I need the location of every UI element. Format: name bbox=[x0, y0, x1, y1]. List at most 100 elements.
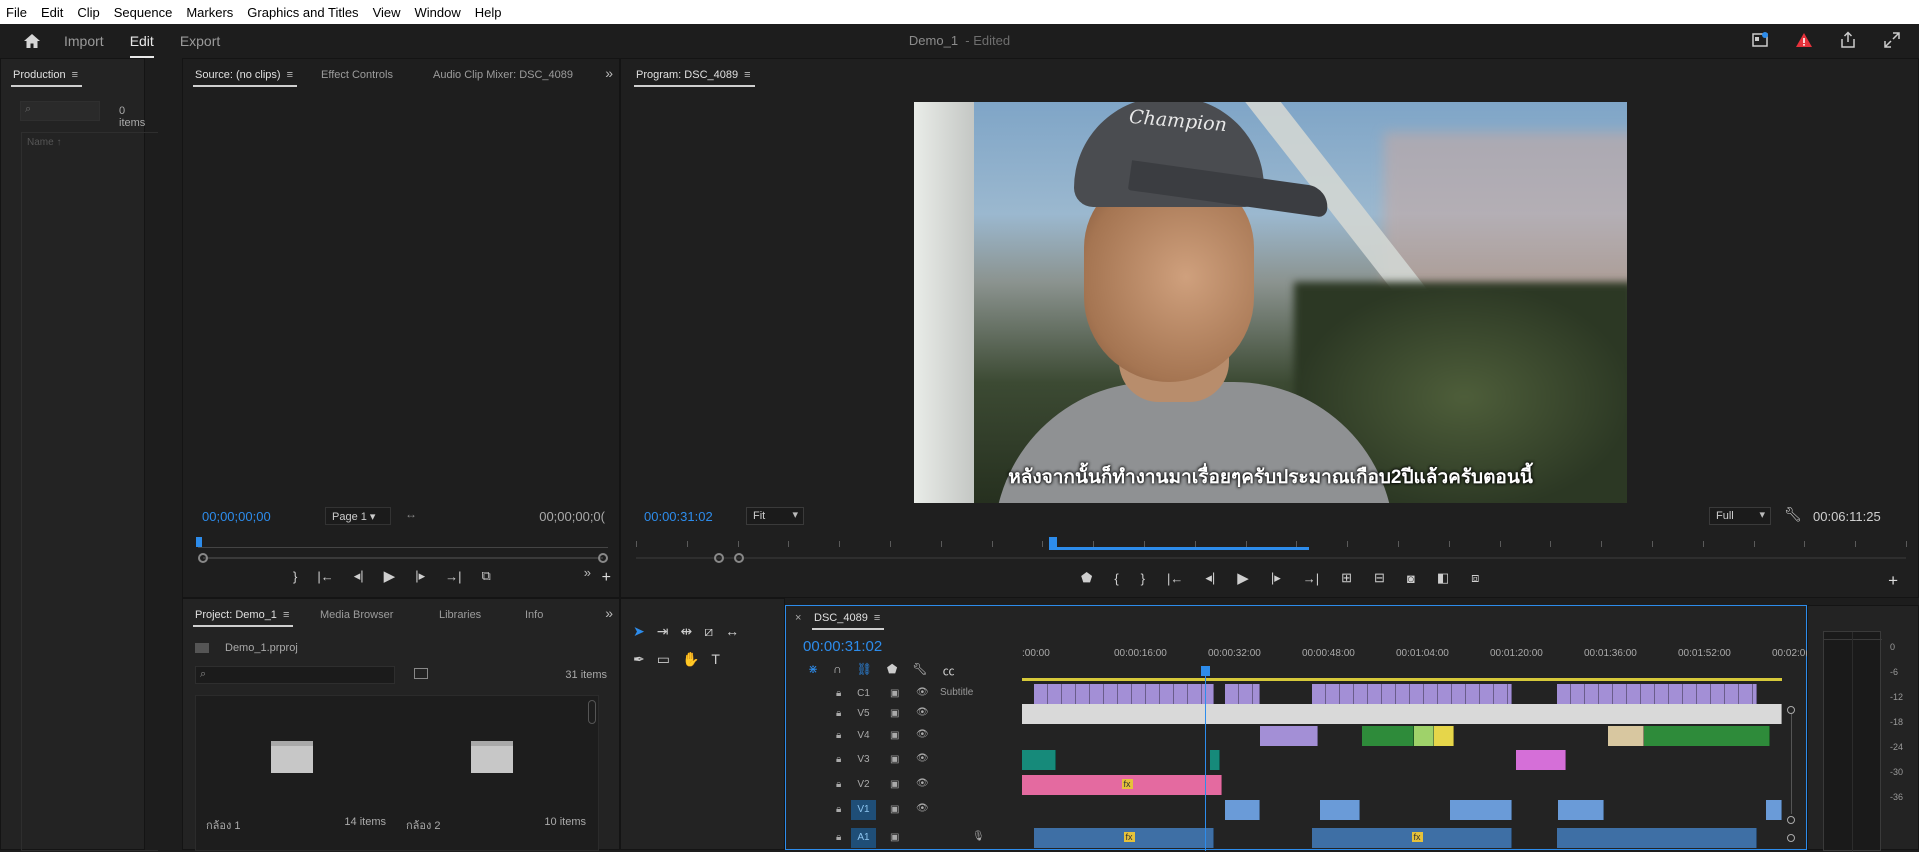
add-button-icon[interactable]: + bbox=[602, 569, 611, 587]
bin-item[interactable]: กล้อง 2 10 items bbox=[396, 696, 596, 852]
subtitle-clip[interactable] bbox=[1076, 684, 1090, 704]
subtitle-clip[interactable] bbox=[1396, 684, 1410, 704]
lift-icon[interactable]: ⊞ bbox=[1341, 570, 1352, 586]
selection-tool-icon[interactable]: ➤ bbox=[633, 623, 645, 640]
track-id[interactable]: V4 bbox=[851, 726, 876, 746]
expand-panels-icon[interactable]: » bbox=[605, 605, 613, 621]
comparison-view-icon[interactable]: ◧ bbox=[1437, 570, 1449, 586]
subtitle-clip[interactable] bbox=[1104, 684, 1118, 704]
expand-panels-icon[interactable]: » bbox=[605, 65, 613, 81]
lock-icon[interactable]: 🔒︎ bbox=[836, 804, 841, 815]
v1-clip[interactable] bbox=[1450, 800, 1512, 820]
workspace-tab-export[interactable]: Export bbox=[180, 24, 220, 58]
home-icon[interactable] bbox=[0, 24, 64, 58]
v3-clip[interactable] bbox=[1210, 750, 1220, 770]
workspace-tab-edit[interactable]: Edit bbox=[129, 24, 154, 58]
track-id[interactable]: C1 bbox=[851, 684, 876, 704]
v1-clip[interactable] bbox=[1320, 800, 1360, 820]
subtitle-clip[interactable] bbox=[1146, 684, 1160, 704]
menu-window[interactable]: Window bbox=[415, 5, 461, 20]
subtitle-clip[interactable] bbox=[1494, 684, 1508, 704]
subtitle-clip[interactable] bbox=[1312, 684, 1326, 704]
scrollbar[interactable] bbox=[588, 700, 596, 724]
subtitle-clip[interactable] bbox=[1090, 684, 1104, 704]
menu-help[interactable]: Help bbox=[475, 5, 502, 20]
new-search-bin-icon[interactable] bbox=[414, 668, 428, 679]
subtitle-clip[interactable] bbox=[1174, 684, 1188, 704]
timeline-playhead-handle[interactable] bbox=[1201, 666, 1210, 676]
subtitle-clip[interactable] bbox=[1382, 684, 1396, 704]
subtitle-clip[interactable] bbox=[1424, 684, 1438, 704]
subtitle-clip[interactable] bbox=[1225, 684, 1239, 704]
subtitle-clip[interactable] bbox=[1466, 684, 1480, 704]
camera-icon[interactable]: ◙ bbox=[1407, 571, 1415, 586]
subtitle-clip[interactable] bbox=[1585, 684, 1599, 704]
subtitle-clip[interactable] bbox=[1118, 684, 1132, 704]
source-scrubber[interactable] bbox=[196, 537, 608, 551]
production-search-input[interactable]: ⌕ bbox=[20, 101, 100, 121]
step-forward-icon[interactable]: |▸ bbox=[415, 568, 425, 584]
track-id[interactable]: V3 bbox=[851, 750, 876, 770]
v1-clip[interactable] bbox=[1225, 800, 1260, 820]
production-tab[interactable]: Production ≡ bbox=[10, 69, 83, 87]
menu-markers[interactable]: Markers bbox=[186, 5, 233, 20]
lock-icon[interactable]: 🔒︎ bbox=[836, 688, 841, 699]
a1-clip[interactable]: fx bbox=[1034, 828, 1214, 848]
subtitle-clip[interactable] bbox=[1725, 684, 1739, 704]
subtitle-clip[interactable] bbox=[1669, 684, 1683, 704]
eye-icon[interactable]: 👁︎ bbox=[916, 707, 929, 718]
program-playhead[interactable] bbox=[1048, 537, 1057, 547]
pen-tool-icon[interactable]: ✒ bbox=[633, 651, 645, 668]
subtitle-clip[interactable] bbox=[1253, 684, 1260, 704]
subtitle-clip[interactable] bbox=[1711, 684, 1725, 704]
v2-clip[interactable]: fx bbox=[1022, 775, 1222, 795]
extract-icon[interactable]: ⊟ bbox=[1374, 570, 1385, 586]
subtitle-clip[interactable] bbox=[1438, 684, 1452, 704]
add-button-icon[interactable]: + bbox=[1888, 571, 1898, 591]
captions-icon[interactable]: ㏄ bbox=[943, 662, 955, 679]
tab-effect-controls[interactable]: Effect Controls bbox=[321, 69, 393, 81]
source-playhead[interactable] bbox=[196, 537, 202, 547]
page-dropdown[interactable]: Page 1 ▾ bbox=[325, 507, 391, 525]
sync-lock-icon[interactable]: ▣ bbox=[890, 730, 899, 741]
nest-sequence-icon[interactable]: ⋇ bbox=[808, 662, 818, 679]
tab-source[interactable]: Source: (no clips) ≡ bbox=[192, 69, 298, 87]
track-id[interactable]: A1 bbox=[851, 828, 876, 848]
mute-button[interactable]: ▣ bbox=[890, 832, 899, 843]
timeline-settings-icon[interactable]: 🔧︎ bbox=[912, 662, 927, 679]
program-video-frame[interactable]: Champion หลังจากนั้นก็ทำงานมาเรื่อยๆครับ… bbox=[914, 102, 1627, 503]
v1-clip[interactable] bbox=[1558, 800, 1604, 820]
v4-clip[interactable] bbox=[1644, 726, 1770, 746]
program-timecode[interactable]: 00:00:31:02 bbox=[644, 509, 713, 524]
hand-tool-icon[interactable]: ✋ bbox=[682, 651, 699, 668]
go-to-out-icon[interactable]: →| bbox=[1303, 571, 1319, 586]
program-scrubber[interactable] bbox=[636, 537, 1907, 551]
subtitle-clip[interactable] bbox=[1655, 684, 1669, 704]
track-id[interactable]: V2 bbox=[851, 775, 876, 795]
sync-lock-icon[interactable]: ▣ bbox=[890, 804, 899, 815]
play-icon[interactable]: ▶ bbox=[1237, 569, 1249, 587]
lock-icon[interactable]: 🔒︎ bbox=[836, 754, 841, 765]
tab-audio-clip-mixer[interactable]: Audio Clip Mixer: DSC_4089 bbox=[433, 69, 573, 81]
step-back-icon[interactable]: ◂| bbox=[1205, 570, 1215, 586]
v4-clip[interactable] bbox=[1362, 726, 1414, 746]
more-controls-icon[interactable]: » bbox=[584, 565, 591, 580]
rectangle-tool-icon[interactable]: ▭ bbox=[657, 651, 670, 668]
step-forward-icon[interactable]: |▸ bbox=[1271, 570, 1281, 586]
subtitle-clip[interactable] bbox=[1160, 684, 1174, 704]
track-id[interactable]: V5 bbox=[851, 704, 876, 724]
tab-program[interactable]: Program: DSC_4089 ≡ bbox=[634, 69, 755, 87]
sync-lock-icon[interactable]: ▣ bbox=[890, 754, 899, 765]
sync-lock-icon[interactable]: ▣ bbox=[890, 708, 899, 719]
tab-project[interactable]: Project: Demo_1 ≡ bbox=[192, 609, 294, 627]
subtitle-clip[interactable] bbox=[1368, 684, 1382, 704]
subtitle-clip[interactable] bbox=[1132, 684, 1146, 704]
v3-clip[interactable] bbox=[1516, 750, 1566, 770]
go-to-in-icon[interactable]: |← bbox=[1167, 571, 1183, 586]
add-marker-icon[interactable]: ⬟ bbox=[1081, 570, 1092, 586]
menu-edit[interactable]: Edit bbox=[41, 5, 63, 20]
tab-media-browser[interactable]: Media Browser bbox=[320, 609, 393, 621]
subtitle-clip[interactable] bbox=[1739, 684, 1753, 704]
subtitle-clip[interactable] bbox=[1480, 684, 1494, 704]
snap-icon[interactable]: ∩ bbox=[833, 662, 842, 679]
